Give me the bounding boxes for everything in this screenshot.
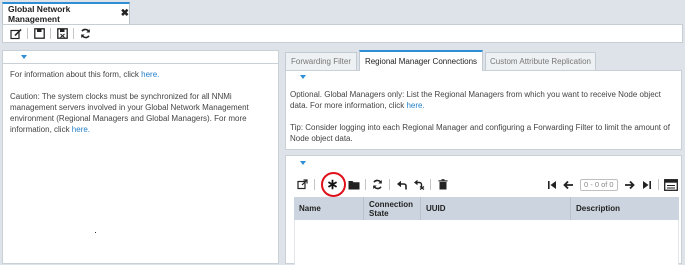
next-page-icon[interactable] [621,177,638,192]
form-info-panel: For information about this form, click h… [2,50,279,264]
remove-reference-icon[interactable] [410,177,427,192]
toolbar-divider [365,179,366,190]
toolbar-divider [389,179,390,190]
toolbar-divider [73,28,74,39]
folder-icon[interactable] [345,177,362,192]
tip-text: Tip: Consider logging into each Regional… [290,123,670,143]
toolbar-divider [658,179,659,190]
table-header: Name Connection State UUID Description [294,197,679,220]
toolbar-divider [50,28,51,39]
last-page-icon[interactable] [638,177,655,192]
table-body [294,220,679,265]
undo-icon[interactable] [393,177,410,192]
form-toolbar [2,24,683,43]
tab-label: Forwarding Filter [290,57,351,66]
regional-manager-info-panel: Optional. Global Managers only: List the… [285,70,682,150]
caret-down-icon[interactable] [300,161,306,165]
column-header-label: Connection State [369,199,413,218]
collapse-toggle[interactable] [286,156,681,170]
tab-global-network-management[interactable]: Global Network Management ✖ [2,2,130,24]
column-header-uuid[interactable]: UUID [421,197,571,220]
regional-manager-table-panel: 0 - 0 of 0 Name Connection State UUID De… [285,155,682,265]
column-header-name[interactable]: Name [294,197,364,220]
tab-custom-attribute-replication[interactable]: Custom Attribute Replication [485,52,596,70]
previous-page-icon[interactable] [560,177,577,192]
regional-manager-info-text: Optional. Global Managers only: List the… [286,83,681,161]
column-header-label: Name [299,204,321,213]
caret-down-icon[interactable] [21,55,27,59]
edit-icon[interactable] [8,26,24,42]
open-icon[interactable] [294,177,311,192]
table-toolbar: 0 - 0 of 0 [294,172,679,197]
caution-text: Caution: The system clocks must be synch… [10,92,249,134]
info-help-link[interactable]: here. [141,70,159,79]
delete-icon[interactable] [434,177,451,192]
first-page-icon[interactable] [543,177,560,192]
optional-help-link[interactable]: here. [406,101,424,110]
caret-down-icon[interactable] [300,75,306,79]
column-header-label: Description [576,204,621,213]
toolbar-divider [430,179,431,190]
highlight-circle [321,172,346,197]
caution-help-link[interactable]: here. [72,125,90,134]
refresh-icon[interactable] [369,177,386,192]
column-header-description[interactable]: Description [571,197,679,220]
table-settings-icon[interactable] [662,177,679,192]
tab-regional-manager-connections[interactable]: Regional Manager Connections [359,50,483,71]
right-tab-bar: Forwarding Filter Regional Manager Conne… [285,50,685,71]
optional-text: Optional. Global Managers only: List the… [290,90,661,110]
tab-label: Regional Manager Connections [364,57,478,66]
info-text: For information about this form, click [10,70,142,79]
column-header-connection-state[interactable]: Connection State [364,197,421,220]
page-range-field[interactable]: 0 - 0 of 0 [580,178,618,191]
tab-forwarding-filter[interactable]: Forwarding Filter [285,52,357,70]
column-header-label: UUID [426,204,446,213]
toolbar-divider [314,179,315,190]
collapse-toggle[interactable] [3,51,278,64]
form-info-text: For information about this form, click h… [3,64,278,151]
save-and-close-icon[interactable] [54,26,70,42]
stray-dot [95,232,96,233]
close-icon[interactable]: ✖ [121,9,129,19]
refresh-icon[interactable] [77,26,93,42]
tab-title: Global Network Management [8,4,71,24]
tab-label: Custom Attribute Replication [490,57,591,66]
toolbar-divider [27,28,28,39]
save-icon[interactable] [31,26,47,42]
pagination: 0 - 0 of 0 [543,176,679,193]
collapse-toggle[interactable] [286,71,681,83]
